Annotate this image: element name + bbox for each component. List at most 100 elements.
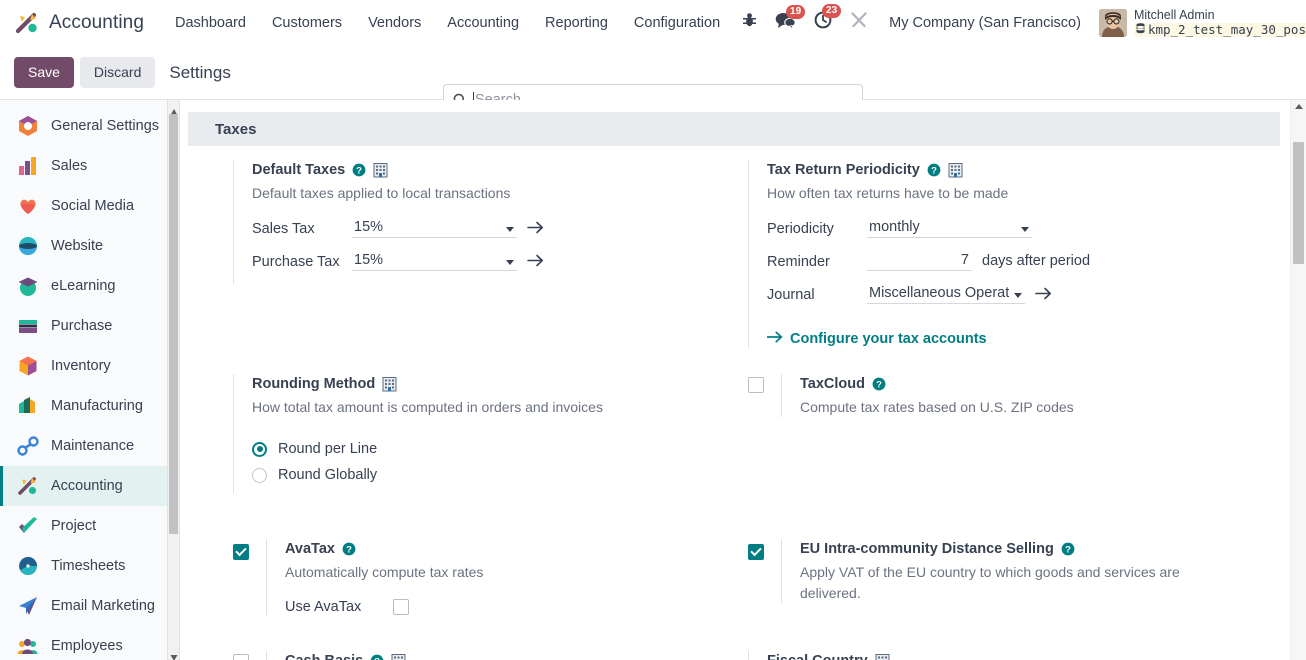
menu-vendors[interactable]: Vendors [355,9,434,37]
sidebar-item-project[interactable]: Project [0,506,179,546]
eu-distance-selling-checkbox[interactable] [748,544,764,561]
fiscal-country-title-label: Fiscal Country [767,651,868,660]
sidebar-item-accounting[interactable]: Accounting [0,466,179,506]
sidebar-scroll-thumb[interactable] [169,114,178,534]
svg-text:?: ? [931,166,937,177]
sidebar-item-sales[interactable]: Sales [0,146,179,186]
journal-label: Journal [767,286,815,303]
sales-tax-label: Sales Tax [252,220,315,237]
arrow-right-icon [766,331,783,347]
database-name: kmp_2_test_may_30_pos [1133,21,1306,38]
company-switcher[interactable]: My Company (San Francisco) [877,10,1093,36]
settings-content: Taxes Default Taxes ? Default taxes appl… [180,112,1280,660]
sidebar-item-employees[interactable]: Employees [0,626,179,660]
scroll-down-icon[interactable] [170,649,178,660]
radio-round-per-line[interactable]: Round per Line [252,441,703,457]
scroll-up-icon[interactable] [170,103,178,115]
configure-tax-accounts-link[interactable]: Configure your tax accounts [766,331,987,347]
sidebar-item-label: Employees [51,638,123,654]
sidebar-item-website[interactable]: Website [0,226,179,266]
sidebar-item-label: Accounting [51,478,123,494]
timesheets-icon [17,555,39,577]
discard-button[interactable]: Discard [79,57,156,88]
settings-row-4: Cash Basis ? [188,650,1280,660]
avatax-checkbox[interactable] [233,544,249,561]
menu-reporting[interactable]: Reporting [532,9,621,37]
sidebar-item-inventory[interactable]: Inventory [0,346,179,386]
sidebar-item-purchase[interactable]: Purchase [0,306,179,346]
sidebar-item-email-marketing[interactable]: Email Marketing [0,586,179,626]
journal-select[interactable]: Miscellaneous Operat [867,284,1026,304]
help-icon[interactable]: ? [352,163,366,177]
sales-tax-internal-link-icon[interactable] [527,221,544,234]
debug-menu-button[interactable] [733,8,766,37]
help-icon[interactable]: ? [1061,542,1075,556]
company-dependent-icon [382,376,397,392]
page-scroll-up-icon[interactable] [1295,104,1303,109]
menu-customers[interactable]: Customers [259,9,355,37]
help-icon[interactable]: ? [872,377,886,391]
email-marketing-icon [17,595,39,617]
radio-round-globally[interactable]: Round Globally [252,467,703,483]
purchase-tax-internal-link-icon[interactable] [527,254,544,267]
page-scrollbar[interactable] [1290,100,1306,660]
page-scroll-thumb[interactable] [1293,142,1304,264]
sidebar-item-label: Maintenance [51,438,135,454]
sidebar-item-timesheets[interactable]: Timesheets [0,546,179,586]
help-icon[interactable]: ? [370,654,384,660]
periodicity-select[interactable]: monthly [867,218,1032,238]
user-menu[interactable]: Mitchell Admin kmp_2_test_may_30_pos [1093,6,1306,40]
sidebar-item-elearning[interactable]: eLearning [0,266,179,306]
sidebar-item-manufacturing[interactable]: Manufacturing [0,386,179,426]
cash-basis-title: Cash Basis ? [285,651,703,660]
default-taxes-title-label: Default Taxes [252,162,346,178]
cash-basis-checkbox[interactable] [233,653,249,660]
svg-text:?: ? [876,379,882,390]
elearning-icon [17,275,39,297]
sidebar-item-label: Manufacturing [51,398,143,414]
purchase-tax-value: 15% [354,251,384,268]
sidebar-scrollbar[interactable] [167,100,179,660]
accounting-app-logo-icon [14,10,40,36]
sales-tax-row: Sales Tax 15% [252,218,703,242]
sidebar-item-social-media[interactable]: Social Media [0,186,179,226]
radio-indicator [252,467,267,483]
use-avatax-checkbox[interactable] [393,598,409,615]
avatax-title-label: AvaTax [285,541,335,558]
menu-dashboard[interactable]: Dashboard [162,9,259,37]
breadcrumb[interactable]: Settings [169,63,230,83]
avatax-checkbox-slot [233,539,266,561]
default-taxes-column: Default Taxes ? Default taxes applied to… [233,160,703,366]
settings-main: Taxes Default Taxes ? Default taxes appl… [180,100,1306,660]
svg-text:?: ? [374,656,380,660]
menu-configuration[interactable]: Configuration [621,9,733,37]
tax-return-periodicity-body: Tax Return Periodicity ? How often tax r… [748,160,1218,348]
messaging-menu-button[interactable]: 19 [766,4,806,38]
help-icon[interactable]: ? [342,542,356,556]
sidebar-item-label: Social Media [51,198,135,214]
brand[interactable]: Accounting [14,10,144,36]
purchase-tax-select[interactable]: 15% [352,251,517,271]
menu-accounting[interactable]: Accounting [434,9,532,37]
activity-menu-button[interactable]: 23 [805,4,842,38]
general-settings-icon [17,115,39,137]
taxcloud-checkbox[interactable] [748,376,764,393]
tools-menu-button[interactable] [841,7,877,38]
reminder-days-input[interactable]: 7 [867,251,972,271]
sidebar-item-general-settings[interactable]: General Settings [0,106,179,146]
sales-tax-control: 15% [352,218,544,238]
website-icon [17,235,39,257]
sales-tax-select[interactable]: 15% [352,218,517,238]
cash-basis-checkbox-slot [233,651,266,660]
tax-return-periodicity-setting: Tax Return Periodicity ? How often tax r… [748,160,1218,348]
database-label: kmp_2_test_may_30_pos [1147,21,1306,37]
rounding-method-setting: Rounding Method How total tax amount is … [233,373,703,494]
sales-tax-value: 15% [354,218,384,235]
sidebar-item-maintenance[interactable]: Maintenance [0,426,179,466]
sidebar-item-label: Sales [51,158,88,174]
help-icon[interactable]: ? [927,163,941,177]
save-button[interactable]: Save [14,57,74,88]
taxcloud-description: Compute tax rates based on U.S. ZIP code… [800,398,1074,415]
journal-internal-link-icon[interactable] [1035,287,1052,300]
fiscal-country-setting: Fiscal Country [748,650,1218,660]
